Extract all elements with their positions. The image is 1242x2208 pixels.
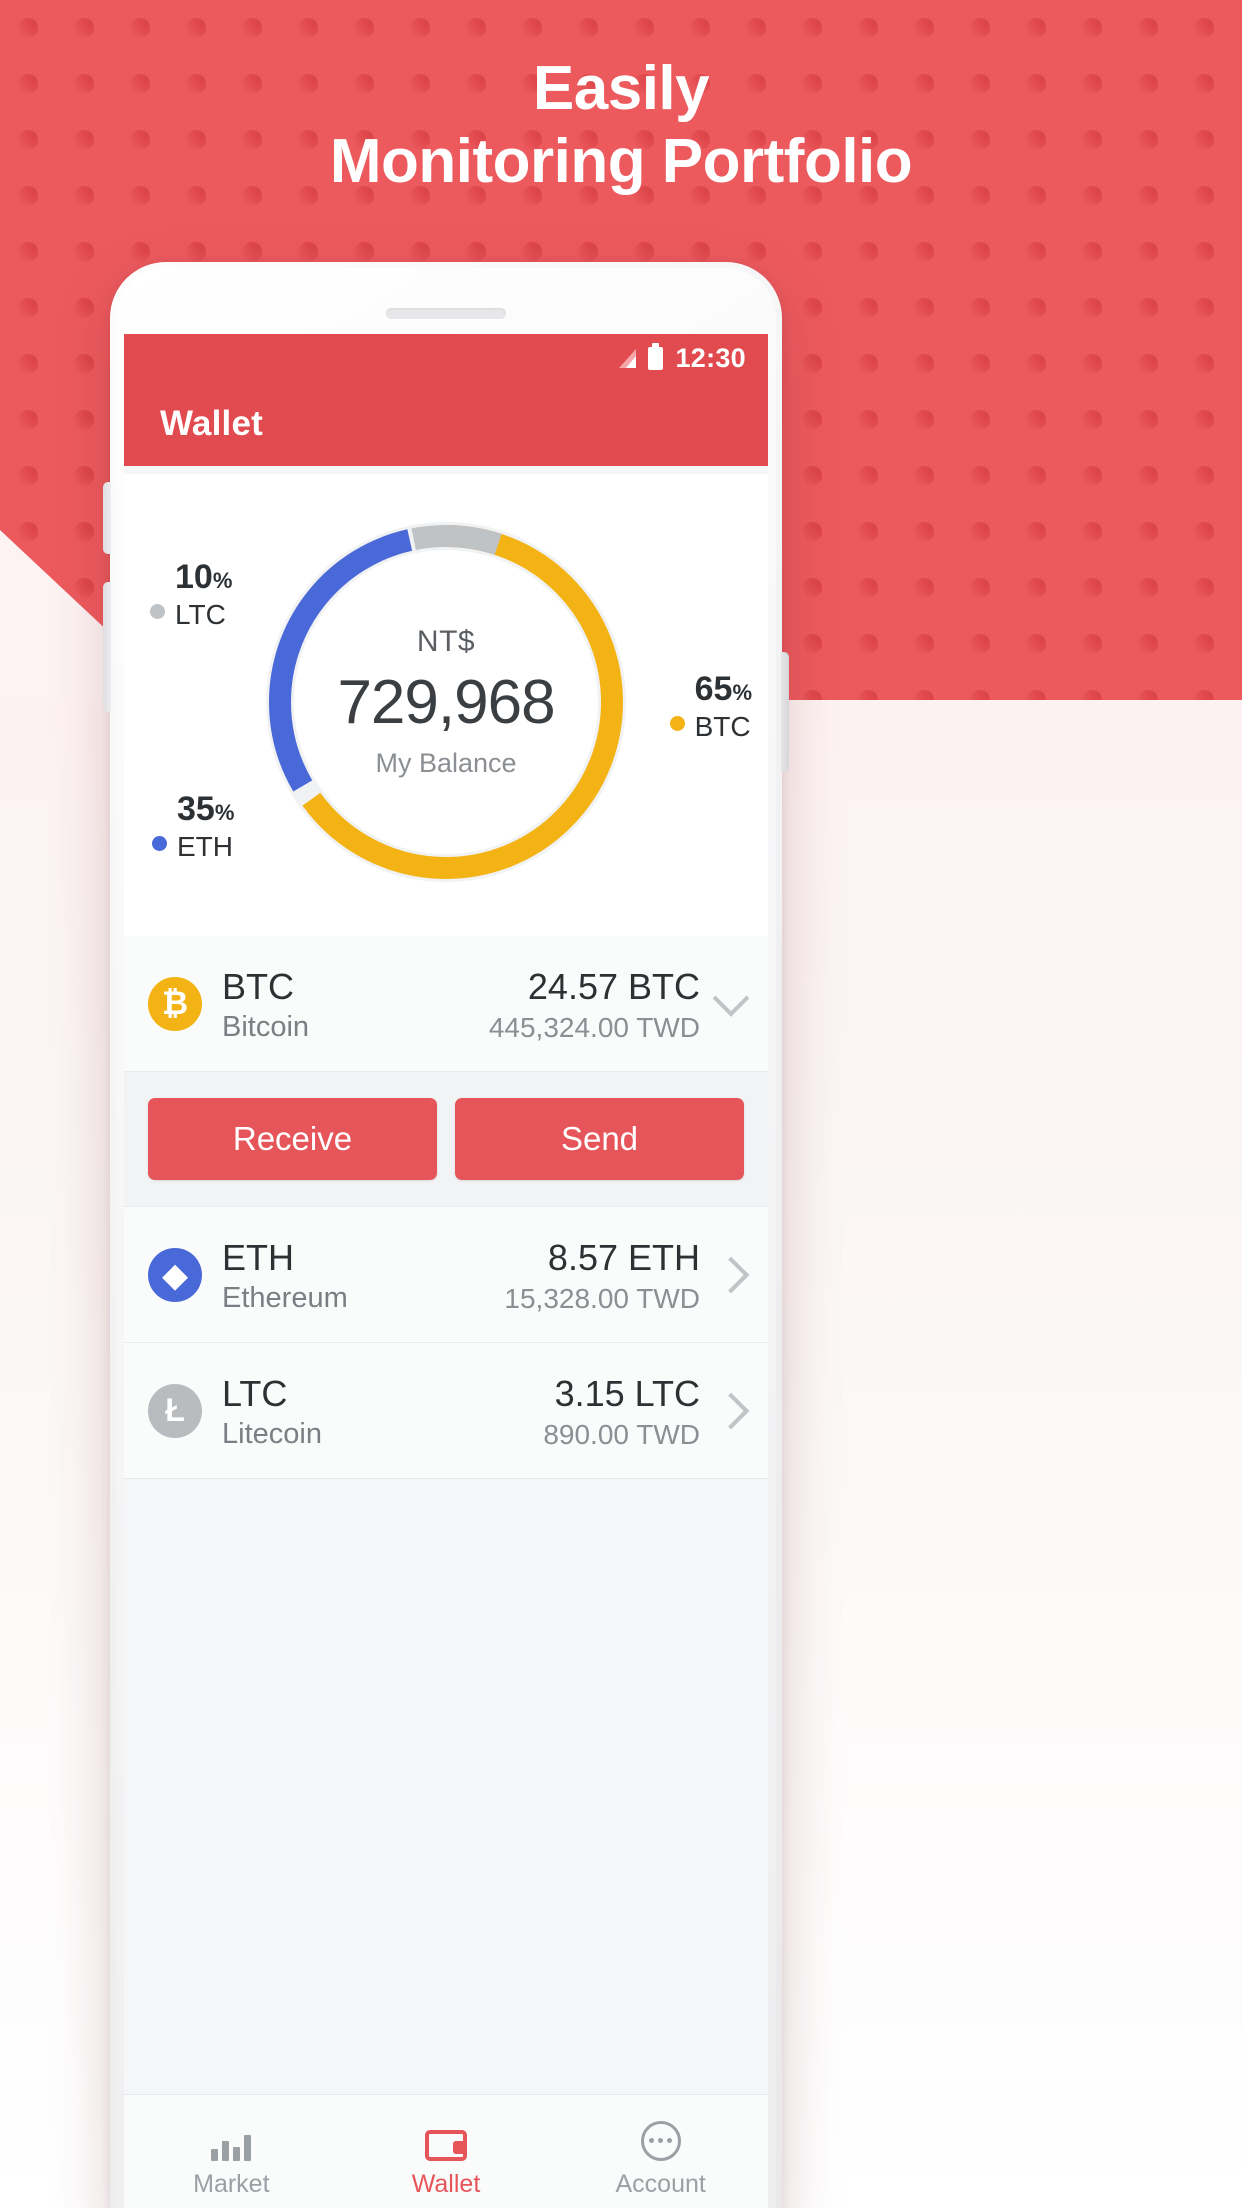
legend-percent-eth: 35%: [177, 790, 235, 828]
portfolio-card: NT$ 729,968 My Balance 10% LTC 35% ETH 6…: [124, 474, 768, 936]
signal-icon: [619, 348, 637, 368]
volume-down-button[interactable]: [103, 582, 111, 712]
legend-symbol-btc: BTC: [694, 710, 751, 742]
promo-screenshot: Easily Monitoring Portfolio 12:30 Wallet: [0, 0, 1242, 2208]
coin-actions: Receive Send: [124, 1072, 768, 1207]
coin-list: ₿ BTC Bitcoin 24.57 BTC 445,324.00 TWD R…: [124, 936, 768, 1479]
nav-item-account[interactable]: Account: [553, 2095, 768, 2208]
table-row[interactable]: Ł LTC Litecoin 3.15 LTC 890.00 TWD: [124, 1343, 768, 1479]
nav-label-account: Account: [615, 2169, 706, 2198]
table-row[interactable]: ◆ ETH Ethereum 8.57 ETH 15,328.00 TWD: [124, 1207, 768, 1343]
portfolio-donut-chart: NT$ 729,968 My Balance: [246, 502, 646, 902]
coin-amount: 24.57 BTC: [527, 965, 700, 1007]
app-bar: Wallet: [124, 382, 768, 466]
coin-fiat-value: 445,324.00 TWD: [488, 1011, 700, 1043]
promo-headline: Easily Monitoring Portfolio: [0, 52, 1242, 198]
litecoin-icon: Ł: [148, 1383, 202, 1438]
legend-symbol-ltc: LTC: [175, 598, 226, 630]
coin-symbol: BTC: [222, 965, 294, 1007]
legend-dot-ltc: [150, 604, 165, 620]
coin-name: Ethereum: [222, 1281, 348, 1314]
balance-caption: My Balance: [375, 748, 517, 778]
coin-name: Bitcoin: [222, 1010, 310, 1043]
coin-symbol: LTC: [222, 1372, 288, 1414]
chevron-right-icon[interactable]: [712, 1392, 750, 1429]
table-row[interactable]: ₿ BTC Bitcoin 24.57 BTC 445,324.00 TWD: [124, 936, 768, 1072]
legend-symbol-eth: ETH: [177, 830, 233, 862]
ethereum-icon: ◆: [148, 1247, 202, 1302]
phone-speaker: [386, 308, 506, 319]
nav-label-market: Market: [193, 2169, 270, 2198]
volume-up-button[interactable]: [103, 482, 111, 554]
account-dots-icon: [640, 2119, 681, 2161]
market-chart-icon: [211, 2119, 252, 2161]
coin-fiat-value: 15,328.00 TWD: [504, 1282, 700, 1314]
phone-mockup: 12:30 Wallet NT$ 729,968 My Balance 10% …: [103, 262, 789, 2208]
headline-line-1: Easily: [532, 54, 710, 123]
legend-item-eth: 35% ETH: [152, 790, 235, 862]
send-button[interactable]: Send: [455, 1098, 744, 1180]
balance-amount: 729,968: [337, 668, 555, 737]
status-bar-clock: 12:30: [675, 342, 746, 373]
chevron-down-icon[interactable]: [712, 979, 750, 1017]
currency-label: NT$: [416, 625, 476, 658]
phone-screen: 12:30 Wallet NT$ 729,968 My Balance 10% …: [124, 334, 768, 2208]
coin-amount: 8.57 ETH: [547, 1236, 700, 1278]
legend-item-btc: 65% BTC: [669, 670, 752, 742]
nav-label-wallet: Wallet: [411, 2169, 481, 2198]
page-title: Wallet: [160, 404, 263, 443]
power-button[interactable]: [781, 652, 789, 772]
battery-icon: [648, 342, 664, 370]
legend-dot-btc: [669, 716, 685, 732]
legend-dot-eth: [152, 836, 167, 852]
headline-line-2: Monitoring Portfolio: [329, 127, 913, 197]
coin-amount: 3.15 LTC: [554, 1372, 700, 1414]
nav-item-wallet[interactable]: Wallet: [339, 2095, 554, 2208]
legend-percent-ltc: 10%: [175, 558, 233, 596]
receive-button[interactable]: Receive: [148, 1098, 437, 1180]
status-bar: 12:30: [124, 334, 768, 382]
wallet-icon: [425, 2119, 467, 2161]
bitcoin-icon: ₿: [148, 976, 202, 1031]
balance-block: NT$ 729,968 My Balance: [296, 625, 596, 779]
bottom-navigation: Market Wallet Account: [124, 2094, 768, 2208]
coin-name: Litecoin: [222, 1417, 322, 1450]
coin-fiat-value: 890.00 TWD: [543, 1418, 700, 1450]
chevron-right-icon[interactable]: [712, 1256, 750, 1293]
legend-percent-btc: 65%: [694, 670, 752, 708]
nav-item-market[interactable]: Market: [124, 2095, 339, 2208]
coin-symbol: ETH: [222, 1236, 294, 1278]
legend-item-ltc: 10% LTC: [150, 558, 233, 630]
